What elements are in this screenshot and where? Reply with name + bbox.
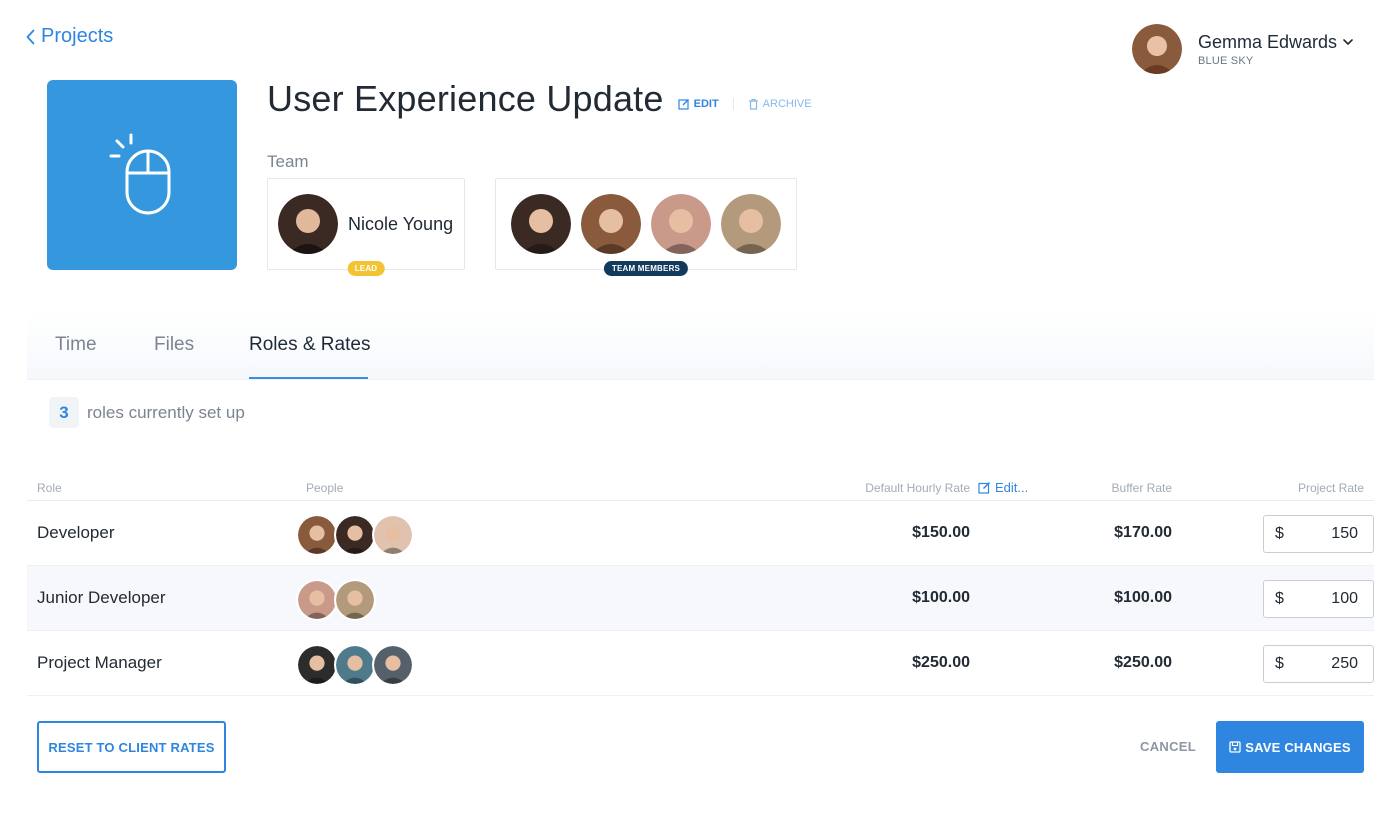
- cancel-button[interactable]: CANCEL: [1140, 739, 1196, 754]
- person-avatar: [372, 514, 414, 556]
- person-avatar: [296, 644, 338, 686]
- column-header-project-rate: Project Rate: [1297, 481, 1364, 495]
- team-member-avatar: [651, 194, 711, 254]
- project-rate-input[interactable]: $ 250: [1263, 645, 1374, 683]
- project-title-row: User Experience Update EDIT ARCHIVE: [267, 78, 812, 120]
- roles-count-badge: 3: [49, 397, 79, 428]
- save-icon: [1229, 741, 1241, 753]
- buffer-rate: $170.00: [1114, 524, 1172, 541]
- table-header: Role People Default Hourly Rate Edit... …: [27, 470, 1374, 501]
- role-people: [296, 644, 414, 686]
- lead-name: Nicole Young: [348, 213, 454, 234]
- currency-symbol: $: [1275, 590, 1284, 607]
- lead-badge: LEAD: [347, 261, 385, 276]
- default-rate: $250.00: [912, 654, 970, 671]
- role-people: [296, 579, 376, 621]
- person-avatar: [334, 514, 376, 556]
- lead-avatar: [278, 194, 338, 254]
- role-name: Junior Developer: [37, 588, 166, 607]
- roles-table: Role People Default Hourly Rate Edit... …: [27, 470, 1374, 696]
- tab-roles-rates[interactable]: Roles & Rates: [249, 334, 370, 356]
- mouse-click-icon: [109, 133, 171, 215]
- currency-symbol: $: [1275, 655, 1284, 672]
- person-avatar: [372, 644, 414, 686]
- user-organization: BLUE SKY: [1198, 54, 1254, 67]
- tab-time[interactable]: Time: [55, 334, 97, 356]
- pencil-icon: [978, 482, 990, 494]
- archive-label: ARCHIVE: [762, 98, 812, 110]
- table-row: Project Manager $250.00 $250.00 $ 250: [27, 631, 1374, 696]
- role-people: [296, 514, 414, 556]
- default-rate: $100.00: [912, 589, 970, 606]
- column-header-people: People: [306, 481, 344, 495]
- save-changes-button[interactable]: SAVE CHANGES: [1216, 721, 1364, 773]
- person-avatar: [296, 579, 338, 621]
- back-link-label: Projects: [41, 25, 114, 47]
- default-rate: $150.00: [912, 524, 970, 541]
- save-changes-label: SAVE CHANGES: [1245, 739, 1351, 755]
- edit-project-button[interactable]: EDIT: [678, 98, 719, 110]
- team-member-avatar: [511, 194, 571, 254]
- tab-bar: Time Files Roles & Rates: [27, 312, 1374, 380]
- column-header-role: Role: [37, 481, 62, 495]
- reset-to-client-rates-button[interactable]: RESET TO CLIENT RATES: [37, 721, 226, 773]
- column-header-buffer-rate: Buffer Rate: [1111, 481, 1172, 495]
- currency-symbol: $: [1275, 525, 1284, 542]
- team-member-avatar: [581, 194, 641, 254]
- role-name: Project Manager: [37, 653, 162, 672]
- user-name: Gemma Edwards: [1198, 31, 1338, 52]
- tab-files[interactable]: Files: [154, 334, 194, 356]
- project-rate-value: 100: [1331, 590, 1358, 607]
- edit-link-label: Edit...: [995, 480, 1029, 495]
- roles-summary-text: roles currently set up: [87, 402, 245, 422]
- user-avatar: [1132, 24, 1182, 74]
- team-member-avatar: [721, 194, 781, 254]
- team-label: Team: [267, 152, 309, 171]
- team-members-card: TEAM MEMBERS: [495, 178, 797, 276]
- team-lead-card: Nicole Young LEAD: [267, 178, 465, 276]
- user-menu[interactable]: Gemma Edwards BLUE SKY: [1132, 24, 1353, 74]
- project-title: User Experience Update: [267, 78, 664, 119]
- role-name: Developer: [37, 523, 115, 542]
- project-icon-tile: [47, 80, 237, 270]
- team-members-list: [496, 179, 796, 269]
- archive-project-button[interactable]: ARCHIVE: [732, 98, 812, 110]
- person-avatar: [334, 644, 376, 686]
- project-rate-value: 250: [1331, 655, 1358, 672]
- project-rate-input[interactable]: $ 150: [1263, 515, 1374, 553]
- active-tab-indicator: [249, 377, 368, 379]
- column-header-default-rate: Default Hourly Rate: [865, 481, 970, 495]
- chevron-left-icon: [26, 29, 35, 44]
- team-members-badge: TEAM MEMBERS: [603, 261, 689, 276]
- project-rate-value: 150: [1331, 525, 1358, 542]
- buffer-rate: $250.00: [1114, 654, 1172, 671]
- back-to-projects-link[interactable]: Projects: [26, 25, 113, 48]
- trash-icon: [748, 98, 758, 110]
- person-avatar: [296, 514, 338, 556]
- pencil-icon: [678, 99, 689, 110]
- roles-summary: 3 roles currently set up: [49, 397, 245, 428]
- buffer-rate: $100.00: [1114, 589, 1172, 606]
- edit-default-rates-link[interactable]: Edit...: [978, 480, 1028, 495]
- project-rate-input[interactable]: $ 100: [1263, 580, 1374, 618]
- chevron-down-icon: [1343, 38, 1353, 45]
- table-row: Developer $150.00 $170.00 $ 150: [27, 501, 1374, 566]
- edit-label: EDIT: [693, 98, 719, 110]
- table-row: Junior Developer $100.00 $100.00 $ 100: [27, 566, 1374, 631]
- person-avatar: [334, 579, 376, 621]
